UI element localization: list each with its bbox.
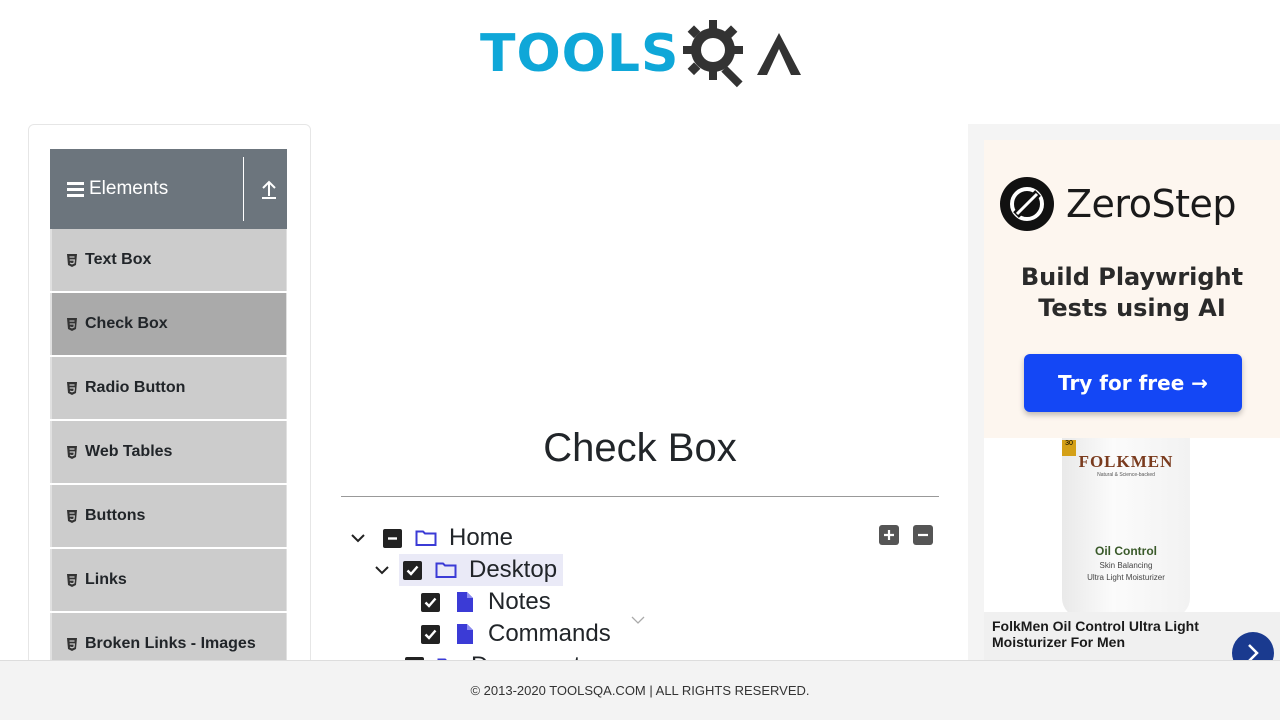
sidebar-item-label: Buttons	[85, 507, 146, 524]
product-desc: Skin Balancing Ultra Light Moisturizer	[1062, 560, 1190, 584]
folder-icon	[435, 562, 457, 578]
tree-node-notes: Notes	[421, 587, 551, 617]
checkbox-desktop[interactable]	[403, 560, 422, 580]
file-icon	[457, 592, 473, 612]
logo-qa-mark: QA	[679, 16, 803, 92]
tree-label-home[interactable]: Home	[449, 524, 513, 552]
sidebar-item-radio-button[interactable]: Radio Button	[50, 357, 287, 419]
footer-copyright: © 2013-2020 TOOLSQA.COM | ALL RIGHTS RES…	[470, 683, 810, 698]
group-title: Elements	[89, 178, 169, 199]
html5-icon	[67, 573, 77, 587]
tree-node-commands: Commands	[421, 619, 611, 649]
checkbox-home-partial[interactable]	[383, 528, 402, 548]
sidebar-item-buttons[interactable]: Buttons	[50, 485, 287, 547]
tree-label-notes[interactable]: Notes	[488, 588, 551, 616]
tree-label-commands[interactable]: Commands	[488, 620, 611, 648]
try-for-free-button[interactable]: Try for free →	[1024, 354, 1242, 412]
html5-icon	[67, 509, 77, 523]
sidebar-item-label: Text Box	[85, 251, 152, 268]
chevron-down-icon[interactable]	[373, 561, 391, 579]
sidebar-item-label: Broken Links - Images	[85, 635, 256, 652]
folkmen-brand-sub: Natural & Science-backed	[1097, 472, 1155, 478]
sidebar-item-check-box[interactable]: Check Box	[50, 293, 287, 355]
site-header: TOOLS QA	[0, 0, 1280, 100]
html5-icon	[67, 637, 77, 651]
zerostep-tagline-line-1: Build Playwright	[1020, 263, 1244, 291]
page-title: Check Box	[543, 426, 737, 470]
elements-group-header[interactable]: Elements	[50, 149, 287, 229]
folkmen-ad[interactable]: 30 FOLKMEN Natural & Science-backed Oil …	[984, 438, 1280, 660]
desktop-highlight: Desktop	[399, 554, 564, 586]
logo-tools-text: TOOLS	[480, 24, 680, 84]
product-desc-line-1: Skin Balancing	[1099, 561, 1153, 570]
folder-icon	[415, 530, 437, 546]
product-name: Oil Control	[1095, 544, 1157, 558]
ad-next-button[interactable]	[1232, 632, 1274, 660]
sidebar-item-label: Radio Button	[85, 379, 186, 396]
sidebar-item-links[interactable]: Links	[50, 549, 287, 611]
sidebar-item-label: Links	[85, 571, 127, 588]
advertisement-panel: ZeroStep Build Playwright Tests using AI…	[968, 124, 1280, 660]
sidebar-item-label: Web Tables	[85, 443, 173, 460]
tree-label-desktop[interactable]: Desktop	[469, 556, 557, 584]
chevron-down-icon[interactable]	[349, 529, 367, 547]
zerostep-logo-icon	[1000, 177, 1054, 231]
logo-a-glyph	[757, 33, 802, 75]
zerostep-tagline-line-2: Tests using AI	[1038, 294, 1226, 322]
html5-icon	[67, 253, 77, 267]
sidebar-item-web-tables[interactable]: Web Tables	[50, 421, 287, 483]
site-footer: © 2013-2020 TOOLSQA.COM | ALL RIGHTS RES…	[0, 660, 1280, 720]
tree-controls	[879, 525, 933, 545]
folkmen-brand: FOLKMEN	[1078, 452, 1174, 471]
gear-icon	[683, 20, 744, 88]
tree-node-home: Home	[349, 523, 513, 553]
scroll-down-chevron-icon[interactable]	[630, 615, 646, 625]
product-desc-line-2: Ultra Light Moisturizer	[1087, 573, 1165, 582]
elements-menu: Text Box Check Box Radio Button Web Tabl…	[50, 229, 287, 677]
file-icon	[457, 624, 473, 644]
sidebar-item-text-box[interactable]: Text Box	[50, 229, 287, 291]
zerostep-ad[interactable]: ZeroStep Build Playwright Tests using AI…	[984, 140, 1280, 438]
menu-icon	[67, 181, 84, 197]
html5-icon	[67, 317, 77, 331]
zerostep-brand: ZeroStep	[1066, 182, 1236, 226]
header-divider	[243, 157, 244, 221]
sidebar-item-label: Check Box	[85, 315, 168, 332]
zerostep-tagline: Build Playwright Tests using AI	[984, 262, 1280, 324]
expand-all-button[interactable]	[879, 525, 899, 545]
html5-icon	[67, 381, 77, 395]
chevron-right-icon	[1248, 644, 1259, 660]
checkbox-commands[interactable]	[421, 624, 440, 644]
product-tube-image: 30 FOLKMEN Natural & Science-backed Oil …	[1062, 438, 1190, 618]
tree-node-desktop: Desktop	[373, 554, 564, 586]
collapse-icon[interactable]	[258, 177, 280, 201]
checkbox-notes[interactable]	[421, 592, 440, 612]
html5-icon	[67, 445, 77, 459]
title-divider	[341, 496, 939, 497]
toolsqa-logo[interactable]: TOOLS QA	[480, 14, 805, 94]
zerostep-logo: ZeroStep	[1000, 177, 1236, 231]
collapse-all-button[interactable]	[913, 525, 933, 545]
